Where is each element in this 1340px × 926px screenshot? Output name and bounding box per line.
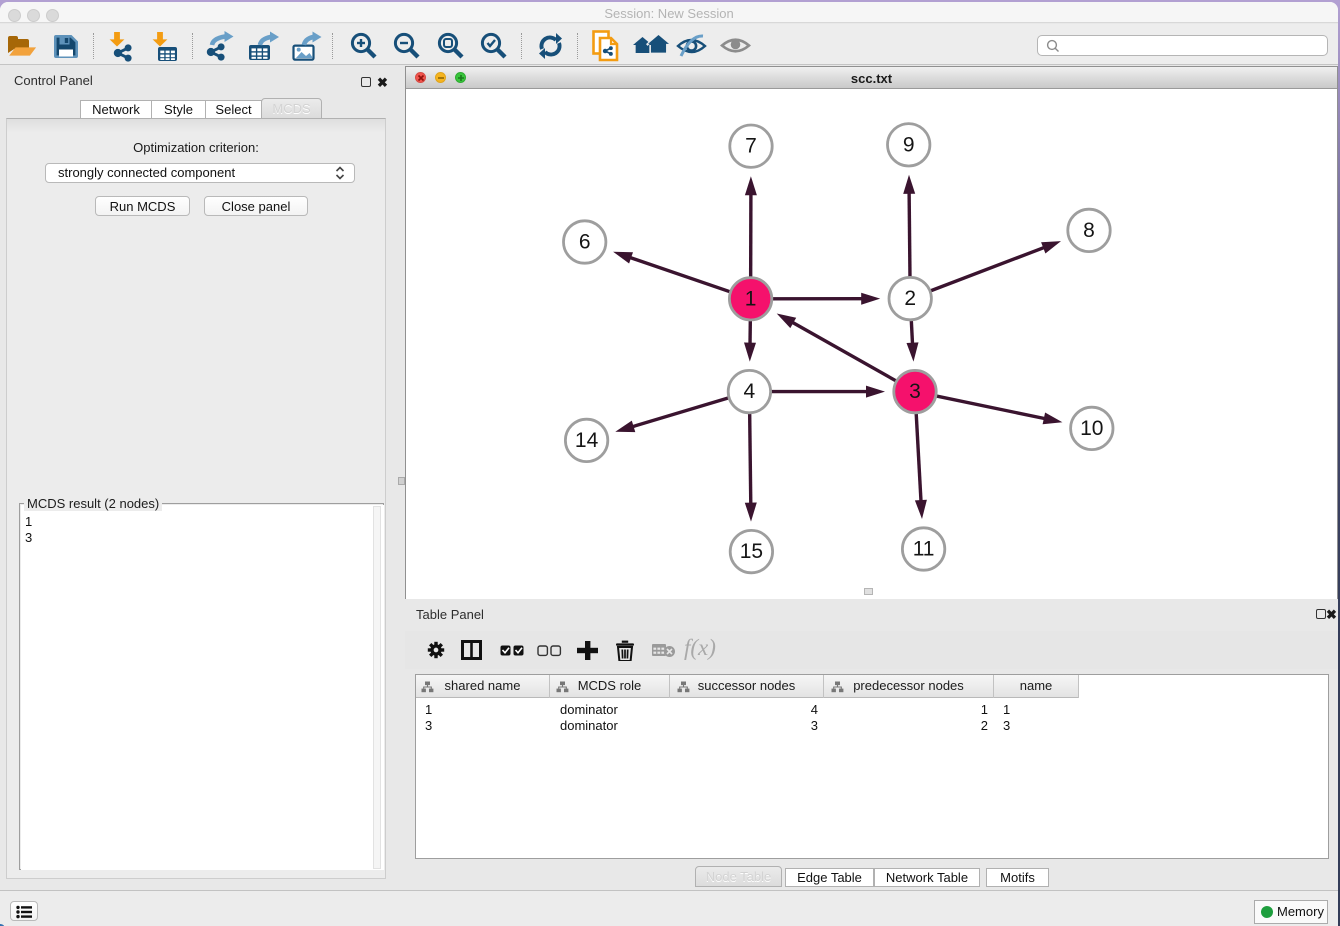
svg-text:10: 10 [1080,417,1103,440]
svg-text:14: 14 [575,429,599,452]
svg-text:3: 3 [909,380,921,403]
svg-text:6: 6 [579,231,591,254]
svg-text:2: 2 [904,287,916,310]
svg-text:9: 9 [903,133,915,156]
svg-text:15: 15 [740,540,763,563]
svg-text:8: 8 [1083,219,1095,242]
svg-text:1: 1 [745,287,757,310]
svg-text:4: 4 [744,380,756,403]
svg-text:11: 11 [913,538,935,561]
svg-text:7: 7 [745,135,757,158]
